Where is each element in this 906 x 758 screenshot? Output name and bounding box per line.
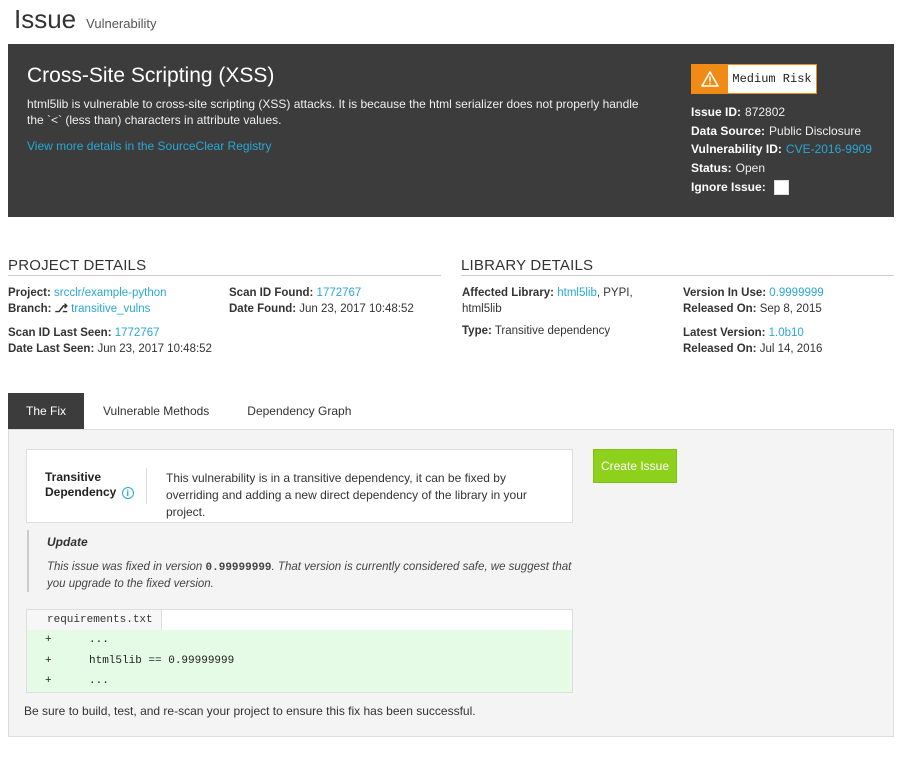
transitive-dependency-card: Transitive Dependency i This vulnerabili… (26, 449, 573, 523)
date-last-seen-label: Date Last Seen: (8, 343, 95, 355)
issue-id-label: Issue ID: (691, 105, 742, 119)
latest-released-value: Jul 14, 2016 (759, 343, 823, 355)
issue-meta: Issue ID: 872802 Data Source: Public Dis… (691, 103, 872, 197)
date-found-label: Date Found: (229, 303, 297, 315)
library-details-heading: LIBRARY DETAILS (461, 257, 894, 276)
diff-sign: + (45, 634, 52, 647)
type-field: Type: Transitive dependency (462, 323, 610, 339)
scan-id-last-seen-field: Scan ID Last Seen: 1772767 (8, 325, 160, 341)
fix-note: Be sure to build, test, and re-scan your… (24, 704, 476, 718)
branch-link[interactable]: transitive_vulns (71, 303, 150, 315)
risk-label: Medium Risk (732, 72, 812, 86)
issue-id-value: 872802 (745, 105, 786, 119)
status-row: Status: Open (691, 159, 872, 178)
affected-library-link[interactable]: html5lib (557, 287, 597, 299)
tab-dependency-graph[interactable]: Dependency Graph (228, 393, 370, 429)
scan-id-found-link[interactable]: 1772767 (317, 287, 362, 299)
vulnerability-description: html5lib is vulnerable to cross-site scr… (27, 97, 639, 127)
scan-id-found-field: Scan ID Found: 1772767 (229, 285, 361, 301)
fixed-version: 0.99999999 (205, 562, 272, 574)
branch-label: Branch: (8, 303, 52, 315)
diff-lines: + ... + html5lib == 0.99999999 + ... (27, 630, 572, 692)
released-on-label: Released On: (683, 303, 757, 315)
page-title: Issue (14, 4, 77, 34)
ignore-issue-row: Ignore Issue: (691, 178, 872, 197)
version-in-use-link[interactable]: 0.9999999 (769, 287, 823, 299)
diff-line: + html5lib == 0.99999999 (27, 651, 572, 672)
data-source-label: Data Source: (691, 123, 766, 138)
project-link[interactable]: srcclr/example-python (54, 287, 166, 299)
update-text-pre: This issue was fixed in version (47, 561, 206, 573)
scan-id-last-seen-label: Scan ID Last Seen: (8, 327, 112, 339)
page-subtitle: Vulnerability (86, 16, 157, 31)
vulnerability-title: Cross-Site Scripting (XSS) (27, 64, 275, 87)
branch-field: Branch: ⎇ transitive_vulns (8, 301, 150, 317)
date-last-seen-field: Date Last Seen: Jun 23, 2017 10:48:52 (8, 341, 212, 357)
tab-the-fix[interactable]: The Fix (8, 393, 84, 429)
status-label: Status: (691, 161, 732, 176)
affected-library-name: html5lib (462, 303, 502, 315)
project-details-heading: PROJECT DETAILS (8, 257, 441, 276)
vulnerability-id-row: Vulnerability ID: CVE-2016-9909 (691, 140, 872, 159)
scan-id-last-seen-link[interactable]: 1772767 (115, 327, 160, 339)
scan-id-found-label: Scan ID Found: (229, 287, 314, 299)
ignore-issue-label: Ignore Issue: (691, 179, 766, 194)
diff-line: + ... (27, 671, 572, 692)
dependency-type-line1: Transitive (45, 470, 102, 484)
update-title: Update (47, 535, 88, 549)
warning-icon (692, 65, 728, 93)
diff-sign: + (45, 675, 52, 688)
create-issue-button[interactable]: Create Issue (593, 449, 677, 483)
dependency-type-title: Transitive Dependency i (45, 470, 134, 500)
latest-version-field: Latest Version: 1.0b10 (683, 325, 804, 341)
date-last-seen-value: Jun 23, 2017 10:48:52 (97, 343, 212, 355)
ignore-issue-checkbox[interactable] (773, 179, 789, 195)
latest-released-label: Released On: (683, 343, 757, 355)
info-icon[interactable]: i (121, 486, 134, 499)
released-on-field: Released On: Sep 8, 2015 (683, 301, 822, 317)
data-source-row: Data Source: Public Disclosure (691, 122, 872, 141)
latest-version-label: Latest Version: (683, 327, 766, 339)
tab-vulnerable-methods[interactable]: Vulnerable Methods (84, 393, 228, 429)
type-value: Transitive dependency (494, 325, 611, 337)
fix-panel: Transitive Dependency i This vulnerabili… (8, 429, 894, 737)
date-found-field: Date Found: Jun 23, 2017 10:48:52 (229, 301, 414, 317)
vulnerability-id-label: Vulnerability ID: (691, 142, 782, 157)
vulnerability-id-link[interactable]: CVE-2016-9909 (786, 140, 872, 159)
dependency-type-line2: Dependency (45, 485, 117, 499)
type-label: Type: (462, 325, 492, 337)
card-divider (146, 468, 147, 504)
version-in-use-field: Version In Use: 0.9999999 (683, 285, 824, 301)
affected-library-label: Affected Library: (462, 287, 555, 299)
latest-released-field: Released On: Jul 14, 2016 (683, 341, 822, 357)
dependency-explanation: This vulnerability is in a transitive de… (166, 471, 527, 519)
requirements-diff: requirements.txt + ... + html5lib == 0.9… (26, 609, 573, 693)
diff-text: ... (89, 675, 109, 688)
date-found-value: Jun 23, 2017 10:48:52 (299, 303, 414, 315)
page-header: Issue Vulnerability (14, 4, 157, 35)
detail-tabs: The Fix Vulnerable Methods Dependency Gr… (8, 393, 370, 429)
diff-sign: + (45, 654, 52, 667)
branch-icon: ⎇ (54, 303, 68, 315)
affected-library-source: , PYPI, (596, 287, 633, 299)
version-in-use-label: Version In Use: (683, 287, 767, 299)
project-label: Project: (8, 287, 51, 299)
registry-link[interactable]: View more details in the SourceClear Reg… (27, 139, 272, 153)
vulnerability-summary-panel: Cross-Site Scripting (XSS) html5lib is v… (8, 44, 894, 217)
data-source-value: Public Disclosure (769, 123, 862, 138)
status-value: Open (735, 161, 766, 176)
risk-badge: Medium Risk (691, 64, 817, 94)
affected-library-field: Affected Library: html5lib, PYPI, html5l… (462, 285, 662, 317)
diff-line: + ... (27, 630, 572, 651)
project-field: Project: srcclr/example-python (8, 285, 167, 301)
update-callout: Update This issue was fixed in version 0… (27, 530, 573, 592)
file-name-tab[interactable]: requirements.txt (27, 610, 162, 630)
update-text: This issue was fixed in version 0.999999… (47, 559, 573, 592)
diff-text: html5lib == 0.99999999 (89, 654, 235, 667)
diff-text: ... (89, 634, 109, 647)
latest-version-link[interactable]: 1.0b10 (769, 327, 804, 339)
issue-id-row: Issue ID: 872802 (691, 103, 872, 122)
released-on-value: Sep 8, 2015 (759, 303, 822, 315)
